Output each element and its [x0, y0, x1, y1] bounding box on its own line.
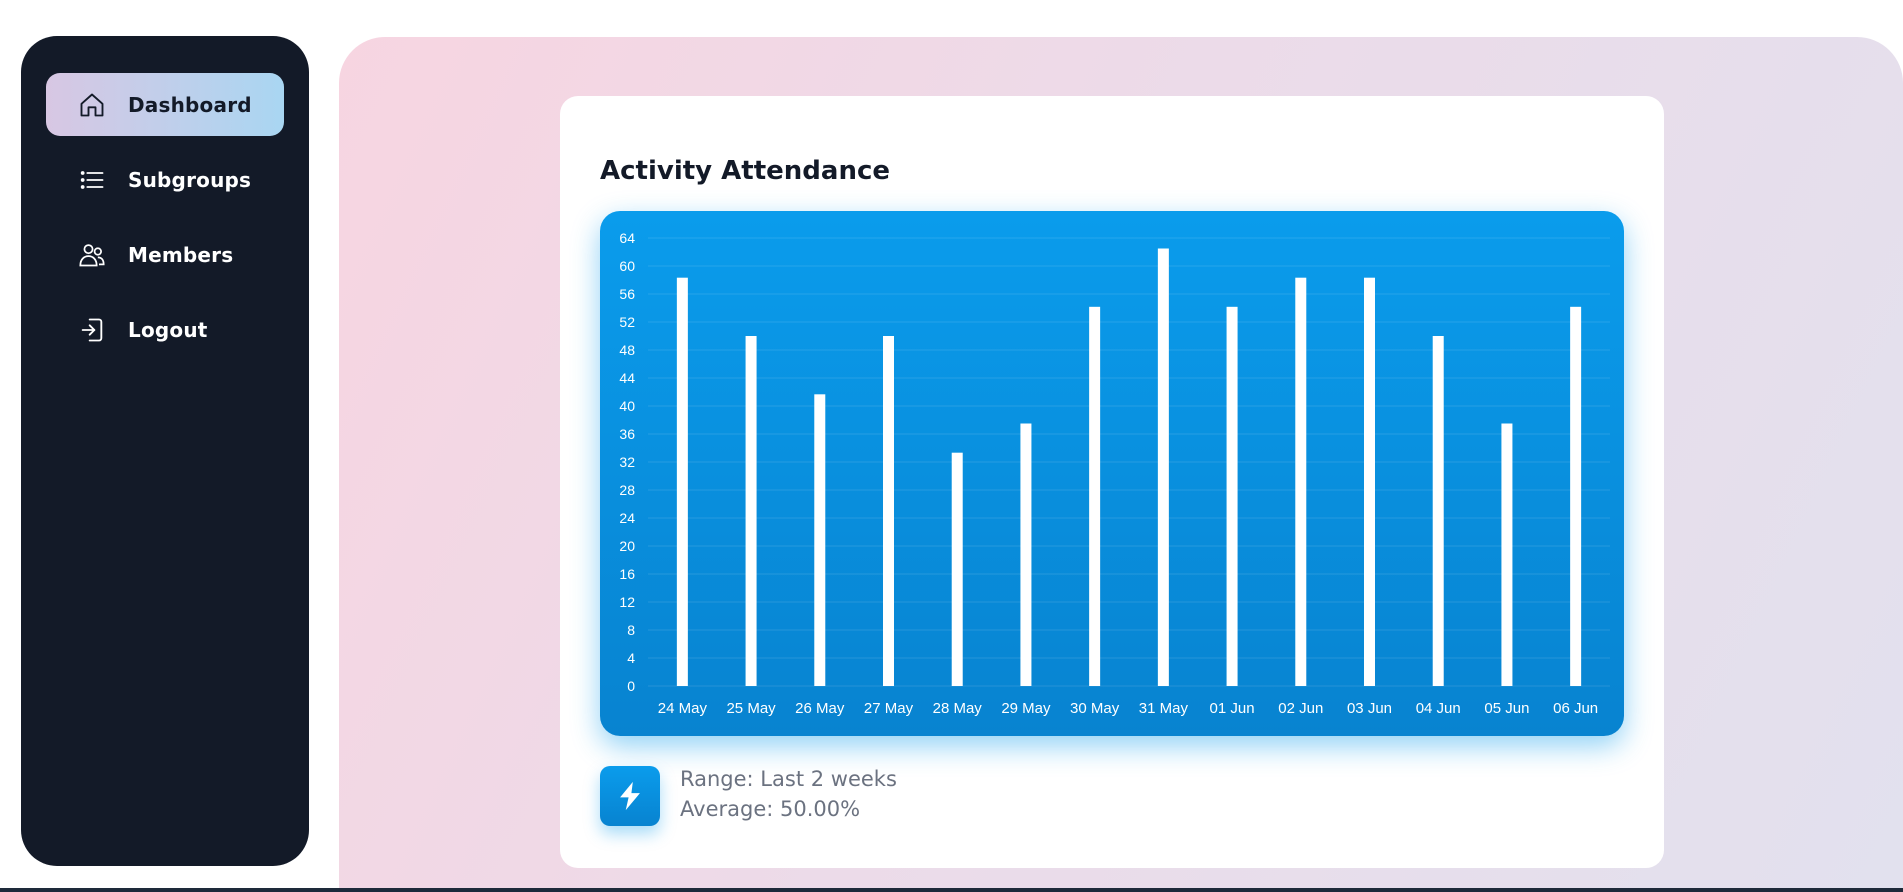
chart-svg: 048121620242832364044485256606424 May 25 … [619, 230, 1610, 717]
x-tick-label: 01 Jun [1210, 700, 1255, 717]
chart-bar [951, 452, 963, 686]
x-tick-label: 28 May [933, 700, 983, 717]
sidebar-item-logout[interactable]: Logout [46, 298, 284, 361]
x-tick-label: 04 Jun [1416, 700, 1461, 717]
y-tick-label: 12 [619, 594, 635, 610]
bottom-border [0, 888, 1903, 892]
chart-bar [883, 336, 894, 686]
x-tick-label: 27 May [864, 700, 914, 717]
x-tick-label: 05 Jun [1484, 700, 1529, 717]
x-tick-label: 06 Jun [1553, 700, 1598, 717]
y-tick-label: 0 [627, 678, 635, 694]
y-tick-label: 8 [627, 622, 635, 638]
x-tick-label: 31 May [1139, 700, 1189, 717]
chart-bar [814, 394, 826, 686]
y-tick-label: 60 [619, 258, 635, 274]
y-tick-label: 52 [619, 314, 635, 330]
chart-bar [1157, 248, 1169, 686]
x-tick-label: 25 May [726, 700, 776, 717]
range-text: Range: Last 2 weeks [680, 767, 897, 791]
x-tick-label: 29 May [1001, 700, 1051, 717]
x-tick-label: 30 May [1070, 700, 1120, 717]
list-icon [78, 166, 106, 194]
sidebar: Dashboard Subgroups Members Logout [21, 36, 309, 866]
chart-bar [745, 336, 757, 686]
y-tick-label: 36 [619, 426, 635, 442]
sidebar-item-dashboard[interactable]: Dashboard [46, 73, 284, 136]
sidebar-item-subgroups[interactable]: Subgroups [46, 148, 284, 211]
chart-bar [1501, 423, 1513, 686]
y-tick-label: 28 [619, 482, 635, 498]
home-icon [78, 91, 106, 119]
y-tick-label: 40 [619, 398, 635, 414]
y-tick-label: 64 [619, 230, 635, 246]
x-tick-label: 03 Jun [1347, 700, 1392, 717]
chart-bar [1570, 306, 1582, 686]
chart-bar [1432, 336, 1444, 686]
y-tick-label: 20 [619, 538, 635, 554]
y-tick-label: 48 [619, 342, 635, 358]
y-tick-label: 56 [619, 286, 635, 302]
y-tick-label: 44 [619, 370, 635, 386]
sidebar-item-label: Dashboard [128, 92, 252, 117]
chart-bar [1089, 306, 1101, 686]
users-icon [78, 241, 106, 269]
x-tick-label: 24 May [658, 700, 708, 717]
chart-bar [676, 277, 688, 686]
x-tick-label: 02 Jun [1278, 700, 1323, 717]
sidebar-item-label: Subgroups [128, 167, 252, 192]
sidebar-item-members[interactable]: Members [46, 223, 284, 286]
attendance-chart: 0 4 8 12 16 20 24 28 32 36 40 44 48 52 56 60 64 24 May 25 … [600, 211, 1624, 736]
logout-icon [78, 316, 106, 344]
y-tick-label: 32 [619, 454, 635, 470]
y-tick-label: 24 [619, 510, 635, 526]
sidebar-item-label: Logout [128, 317, 208, 342]
lightning-icon [600, 766, 660, 826]
card-title: Activity Attendance [600, 156, 890, 186]
main-content: Activity Attendance 0 4 8 12 16 20 24 28 32 36 40 4… [339, 37, 1903, 892]
chart-bar [1364, 277, 1375, 686]
chart-bar [1226, 306, 1238, 686]
sidebar-item-label: Members [128, 242, 234, 267]
average-text: Average: 50.00% [680, 797, 861, 821]
y-tick-label: 4 [627, 650, 635, 666]
chart-bar [1295, 277, 1307, 686]
y-tick-label: 16 [619, 566, 635, 582]
x-tick-label: 26 May [795, 700, 845, 717]
attendance-card: Activity Attendance 0 4 8 12 16 20 24 28 32 36 40 4… [560, 96, 1664, 868]
chart-bar [1020, 423, 1032, 686]
